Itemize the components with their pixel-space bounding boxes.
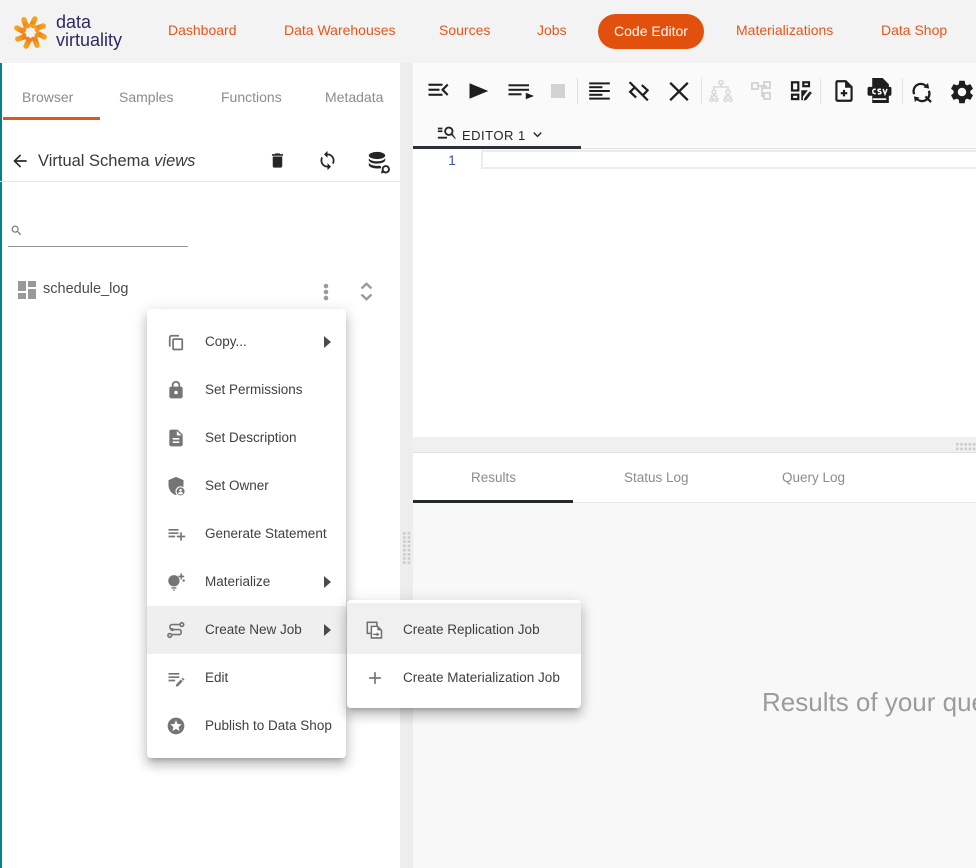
svg-text:data: data [56,12,92,32]
svg-text:virtuality: virtuality [56,30,122,50]
